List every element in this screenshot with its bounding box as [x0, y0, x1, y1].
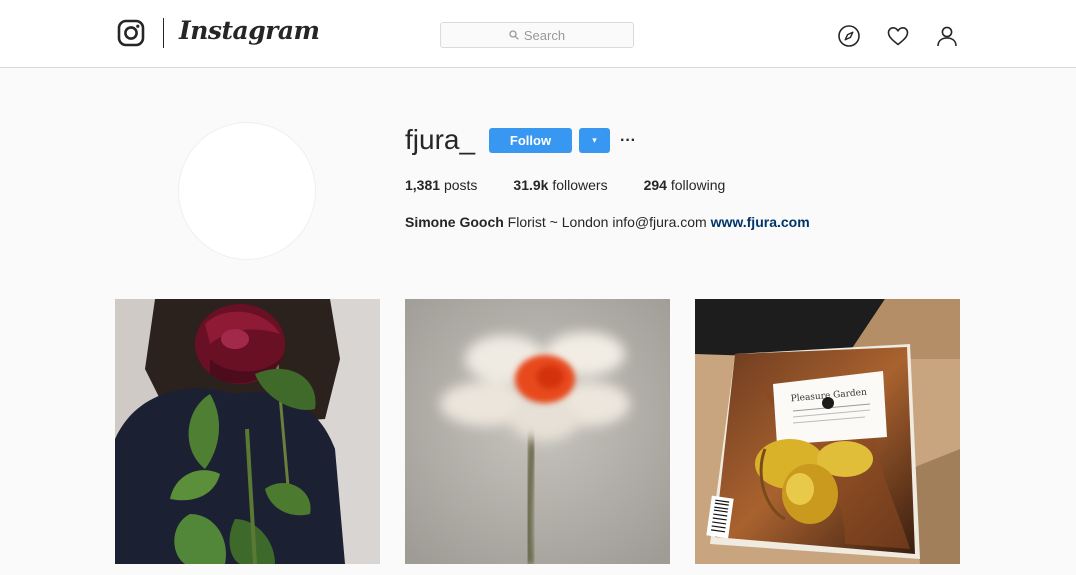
posts-stat: 1,381 posts — [405, 177, 477, 195]
profile-avatar[interactable] — [178, 122, 316, 260]
followers-label: followers — [552, 177, 608, 193]
top-navigation-bar: Instagram Search — [0, 0, 1076, 68]
more-options-button[interactable]: ··· — [620, 128, 636, 153]
rose-photo — [115, 299, 380, 564]
following-count: 294 — [643, 177, 667, 193]
profile-bio: Simone Gooch Florist ~ London info@fjura… — [405, 214, 810, 232]
post-thumbnail[interactable] — [405, 299, 670, 564]
posts-label: posts — [443, 177, 478, 193]
follow-button[interactable]: Follow — [489, 128, 572, 153]
logo-divider — [163, 18, 164, 48]
search-icon — [509, 30, 519, 40]
followers-count: 31.9k — [513, 177, 549, 193]
posts-count: 1,381 — [405, 177, 441, 193]
instagram-wordmark[interactable]: Instagram — [179, 16, 320, 50]
suggestions-dropdown-button[interactable]: ▾ — [579, 128, 610, 153]
search-placeholder: Search — [523, 27, 566, 43]
daffodil-photo — [405, 299, 670, 564]
following-label: following — [670, 177, 726, 193]
post-thumbnail[interactable]: Pleasure Garden — [695, 299, 960, 564]
search-input[interactable]: Search — [440, 22, 634, 48]
compass-icon[interactable] — [837, 24, 861, 48]
followers-stat[interactable]: 31.9k followers — [513, 177, 607, 195]
profile-username: fjura_ — [405, 124, 476, 155]
profile-full-name: Simone Gooch — [405, 214, 504, 230]
bio-text: Florist ~ London info@fjura.com — [503, 214, 711, 230]
profile-stats: 1,381 posts 31.9k followers 294 followin… — [405, 177, 725, 195]
instagram-logo-icon[interactable] — [117, 19, 145, 47]
magazine-photo: Pleasure Garden — [695, 299, 960, 564]
heart-icon[interactable] — [886, 24, 910, 48]
post-thumbnail[interactable] — [115, 299, 380, 564]
website-link[interactable]: www.fjura.com — [711, 214, 810, 230]
following-stat[interactable]: 294 following — [644, 177, 726, 195]
user-icon[interactable] — [935, 24, 959, 48]
